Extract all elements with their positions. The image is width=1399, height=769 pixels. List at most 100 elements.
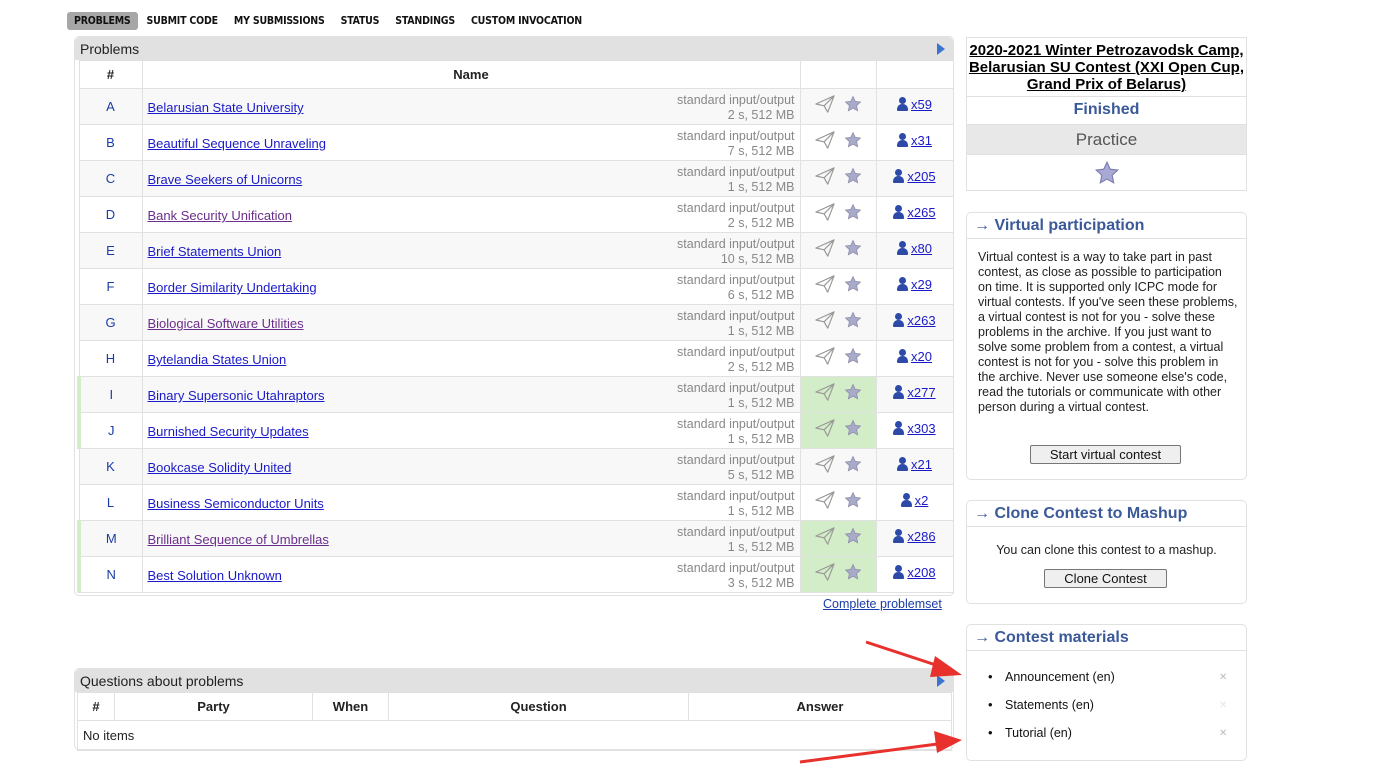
solved-count-link[interactable]: x59 <box>897 97 932 112</box>
star-icon[interactable] <box>1094 160 1120 186</box>
problem-name-cell: Brave Seekers of Unicorns standard input/… <box>141 160 801 197</box>
expand-icon[interactable] <box>937 675 945 687</box>
menu-item-my-submissions[interactable]: MY SUBMISSIONS <box>227 12 332 30</box>
clone-title[interactable]: Clone Contest to Mashup <box>994 505 1187 522</box>
problem-id-link[interactable]: F <box>107 279 115 294</box>
problem-id-link[interactable]: D <box>106 207 115 222</box>
problem-id-link[interactable]: A <box>106 99 115 114</box>
problem-name-link[interactable]: Belarusian State University <box>148 100 304 115</box>
menu-item-submit-code[interactable]: SUBMIT CODE <box>140 12 225 30</box>
problem-name-link[interactable]: Brief Statements Union <box>148 244 282 259</box>
star-icon[interactable] <box>844 563 862 586</box>
submit-icon[interactable] <box>814 346 836 371</box>
solved-count-link[interactable]: x303 <box>893 421 936 436</box>
problem-name-link[interactable]: Beautiful Sequence Unraveling <box>148 136 327 151</box>
submit-icon[interactable] <box>814 130 836 155</box>
star-icon[interactable] <box>844 95 862 118</box>
submit-icon[interactable] <box>814 454 836 479</box>
star-icon[interactable] <box>844 491 862 514</box>
star-icon[interactable] <box>844 239 862 262</box>
submit-icon[interactable] <box>814 562 836 587</box>
problem-id-link[interactable]: C <box>106 171 115 186</box>
submit-icon[interactable] <box>814 382 836 407</box>
solved-count-link[interactable]: x29 <box>897 277 932 292</box>
expand-icon[interactable] <box>937 43 945 55</box>
materials-title[interactable]: Contest materials <box>994 629 1128 646</box>
problem-name-link[interactable]: Business Semiconductor Units <box>148 496 324 511</box>
submit-icon[interactable] <box>814 94 836 119</box>
star-icon[interactable] <box>844 347 862 370</box>
problem-name-link[interactable]: Biological Software Utilities <box>148 316 304 331</box>
star-icon[interactable] <box>844 131 862 154</box>
star-icon[interactable] <box>844 419 862 442</box>
problem-name-link[interactable]: Bookcase Solidity United <box>148 460 292 475</box>
material-statements[interactable]: Statements (en) <box>988 697 1094 712</box>
problem-id-link[interactable]: B <box>106 135 115 150</box>
submit-icon[interactable] <box>814 526 836 551</box>
menu-item-standings[interactable]: STANDINGS <box>388 12 462 30</box>
problem-id-cell: C <box>78 160 143 197</box>
problem-io: standard input/output <box>677 201 795 215</box>
solved-count-link[interactable]: x205 <box>893 169 936 184</box>
problem-id-link[interactable]: E <box>106 243 115 258</box>
menu-item-custom-invocation[interactable]: CUSTOM INVOCATION <box>464 12 589 30</box>
submit-icon[interactable] <box>814 418 836 443</box>
solved-count-link[interactable]: x31 <box>897 133 932 148</box>
submit-icon[interactable] <box>814 238 836 263</box>
problem-name-link[interactable]: Binary Supersonic Utahraptors <box>148 388 325 403</box>
solved-count-link[interactable]: x2 <box>900 493 928 508</box>
problem-id-link[interactable]: M <box>106 531 117 546</box>
problem-name-link[interactable]: Bytelandia States Union <box>148 352 287 367</box>
submit-cell <box>799 124 877 161</box>
star-icon[interactable] <box>844 311 862 334</box>
submit-icon[interactable] <box>814 202 836 227</box>
problem-name-link[interactable]: Brilliant Sequence of Umbrellas <box>148 532 329 547</box>
problem-id-link[interactable]: G <box>105 315 115 330</box>
problem-id-link[interactable]: I <box>109 387 113 402</box>
close-icon[interactable]: ✕ <box>1219 672 1227 683</box>
answer-header: Answer <box>688 692 952 721</box>
close-icon[interactable]: ✕ <box>1219 728 1227 739</box>
submit-icon[interactable] <box>814 274 836 299</box>
clone-contest-button[interactable]: Clone Contest <box>1044 569 1167 588</box>
material-announcement[interactable]: Announcement (en) <box>988 669 1115 684</box>
solved-count-link[interactable]: x20 <box>897 349 932 364</box>
solved-count-link[interactable]: x80 <box>897 241 932 256</box>
problem-name-link[interactable]: Burnished Security Updates <box>148 424 309 439</box>
virtual-title[interactable]: Virtual participation <box>994 217 1144 234</box>
contest-title[interactable]: 2020-2021 Winter Petrozavodsk Camp, Bela… <box>967 42 1246 93</box>
star-icon[interactable] <box>844 275 862 298</box>
close-icon[interactable]: ✕ <box>1219 700 1227 711</box>
solved-count-link[interactable]: x208 <box>893 565 936 580</box>
solved-count-link[interactable]: x277 <box>893 385 936 400</box>
problem-name-link[interactable]: Best Solution Unknown <box>148 568 282 583</box>
menu-item-problems[interactable]: PROBLEMS <box>67 11 138 30</box>
solved-count-link[interactable]: x265 <box>893 205 936 220</box>
star-icon[interactable] <box>844 383 862 406</box>
problem-id-link[interactable]: L <box>107 495 114 510</box>
submit-icon[interactable] <box>814 490 836 515</box>
table-row: I Binary Supersonic Utahraptors standard i… <box>77 376 954 413</box>
start-virtual-contest-button[interactable]: Start virtual contest <box>1030 445 1181 464</box>
star-icon[interactable] <box>844 527 862 550</box>
problem-id-link[interactable]: H <box>106 351 115 366</box>
star-icon[interactable] <box>844 167 862 190</box>
material-tutorial[interactable]: Tutorial (en) <box>988 725 1072 740</box>
problem-id-link[interactable]: N <box>107 567 116 582</box>
problem-name-link[interactable]: Border Similarity Undertaking <box>148 280 317 295</box>
problem-name-link[interactable]: Bank Security Unification <box>148 208 293 223</box>
solved-count-link[interactable]: x21 <box>897 457 932 472</box>
complete-problemset-link[interactable]: Complete problemset <box>823 597 942 611</box>
solved-count-link[interactable]: x286 <box>893 529 936 544</box>
menu-item-status[interactable]: STATUS <box>334 12 387 30</box>
submit-icon[interactable] <box>814 310 836 335</box>
solved-count-link[interactable]: x263 <box>893 313 936 328</box>
problem-id-cell: L <box>78 484 143 521</box>
problem-id-link[interactable]: K <box>106 459 115 474</box>
star-icon[interactable] <box>844 455 862 478</box>
submit-icon[interactable] <box>814 166 836 191</box>
problem-id-link[interactable]: J <box>108 423 115 438</box>
problem-name-link[interactable]: Brave Seekers of Unicorns <box>148 172 303 187</box>
star-icon[interactable] <box>844 203 862 226</box>
table-row: F Border Similarity Undertaking standard i… <box>78 268 954 305</box>
